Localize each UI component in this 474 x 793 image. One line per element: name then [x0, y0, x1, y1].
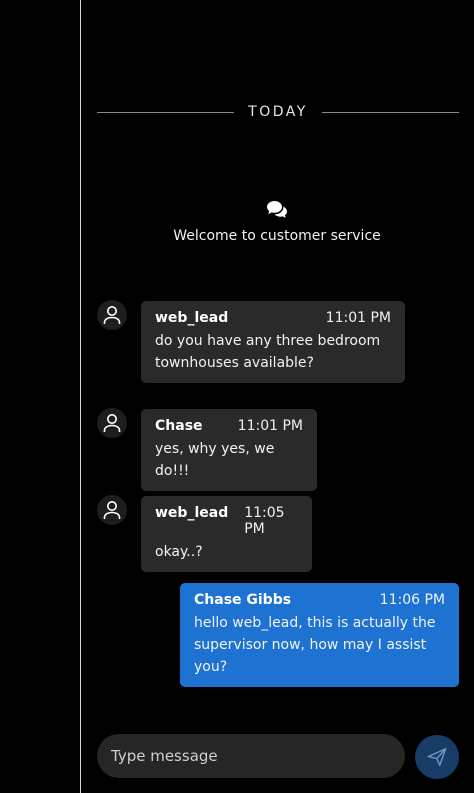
divider-rule-right — [321, 111, 459, 113]
message-bubble-outgoing: Chase Gibbs 11:06 PM hello web_lead, thi… — [180, 583, 459, 687]
avatar — [97, 495, 127, 525]
user-icon — [103, 414, 121, 432]
message-sender: Chase Gibbs — [194, 592, 292, 608]
message-sender: Chase — [155, 418, 203, 434]
welcome-banner: Welcome to customer service — [80, 200, 474, 244]
message-text: hello web_lead, this is actually the sup… — [194, 615, 436, 675]
message-text: do you have any three bedroom townhouses… — [155, 333, 381, 371]
message-composer — [97, 734, 405, 778]
message-time: 11:01 PM — [325, 310, 391, 326]
chat-app: TODAY Welcome to customer service web_le… — [0, 0, 474, 793]
message-sender: web_lead — [155, 505, 229, 521]
avatar — [97, 300, 127, 330]
message-text: okay..? — [155, 544, 203, 560]
user-icon — [103, 501, 121, 519]
welcome-text: Welcome to customer service — [173, 228, 381, 244]
message-bubble: web_lead 11:01 PM do you have any three … — [141, 301, 405, 383]
message-time: 11:06 PM — [379, 592, 445, 608]
message-sender: web_lead — [155, 310, 229, 326]
message-time: 11:05 PM — [244, 505, 285, 537]
message-text: yes, why yes, we do!!! — [155, 441, 275, 479]
send-button[interactable] — [415, 735, 459, 779]
user-icon — [103, 306, 121, 324]
avatar — [97, 408, 127, 438]
message-bubble: Chase 11:01 PM yes, why yes, we do!!! — [141, 409, 317, 491]
sidebar-divider — [80, 0, 81, 793]
date-divider: TODAY — [97, 101, 459, 123]
divider-rule-left — [97, 111, 235, 113]
message-time: 11:01 PM — [237, 418, 303, 434]
date-divider-label: TODAY — [248, 104, 308, 120]
message-input[interactable] — [111, 747, 405, 765]
chat-bubbles-icon — [267, 201, 287, 218]
message-bubble: web_lead 11:05 PM okay..? — [141, 496, 312, 572]
send-icon — [427, 748, 447, 766]
